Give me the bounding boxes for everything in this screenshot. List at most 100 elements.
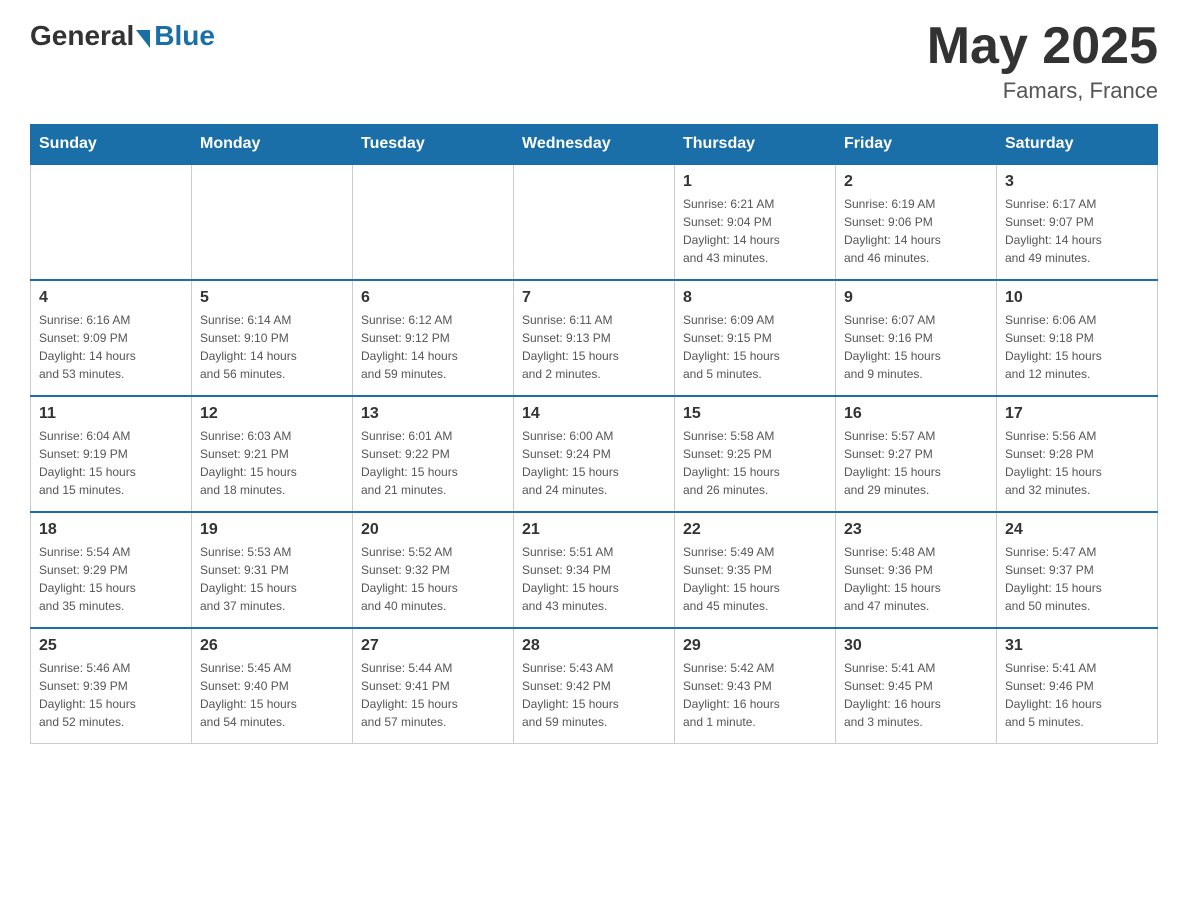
day-info: Sunrise: 5:53 AMSunset: 9:31 PMDaylight:…: [200, 543, 344, 615]
calendar-cell: 4 Sunrise: 6:16 AMSunset: 9:09 PMDaylight…: [31, 280, 192, 396]
page-header: General Blue May 2025 Famars, France: [30, 20, 1158, 104]
title-section: May 2025 Famars, France: [927, 20, 1158, 104]
weekday-header-saturday: Saturday: [997, 125, 1158, 165]
day-info: Sunrise: 6:12 AMSunset: 9:12 PMDaylight:…: [361, 311, 505, 383]
calendar-cell: 14Sunrise: 6:00 AMSunset: 9:24 PMDayligh…: [514, 396, 675, 512]
calendar-week-row: 1 Sunrise: 6:21 AMSunset: 9:04 PMDaylight…: [31, 164, 1158, 280]
weekday-header-tuesday: Tuesday: [353, 125, 514, 165]
calendar-week-row: 4 Sunrise: 6:16 AMSunset: 9:09 PMDaylight…: [31, 280, 1158, 396]
calendar-week-row: 25Sunrise: 5:46 AMSunset: 9:39 PMDayligh…: [31, 628, 1158, 744]
calendar-cell: 16 Sunrise: 5:57 AMSunset: 9:27 PMDayligh…: [836, 396, 997, 512]
month-year-title: May 2025: [927, 20, 1158, 72]
day-info: Sunrise: 5:42 AMSunset: 9:43 PMDaylight:…: [683, 659, 827, 731]
calendar-table: SundayMondayTuesdayWednesdayThursdayFrid…: [30, 124, 1158, 744]
day-number: 14: [522, 405, 666, 423]
calendar-week-row: 11Sunrise: 6:04 AMSunset: 9:19 PMDayligh…: [31, 396, 1158, 512]
day-number: 5: [200, 289, 344, 307]
day-info: Sunrise: 5:46 AMSunset: 9:39 PMDaylight:…: [39, 659, 183, 731]
day-info: Sunrise: 5:41 AMSunset: 9:46 PMDaylight:…: [1005, 659, 1149, 731]
calendar-cell: 24Sunrise: 5:47 AMSunset: 9:37 PMDayligh…: [997, 512, 1158, 628]
calendar-cell: 21 Sunrise: 5:51 AMSunset: 9:34 PMDayligh…: [514, 512, 675, 628]
day-number: 30: [844, 637, 988, 655]
day-info: Sunrise: 6:06 AMSunset: 9:18 PMDaylight:…: [1005, 311, 1149, 383]
day-info: Sunrise: 5:52 AMSunset: 9:32 PMDaylight:…: [361, 543, 505, 615]
day-number: 10: [1005, 289, 1149, 307]
calendar-cell: 13 Sunrise: 6:01 AMSunset: 9:22 PMDayligh…: [353, 396, 514, 512]
day-info: Sunrise: 6:19 AMSunset: 9:06 PMDaylight:…: [844, 195, 988, 267]
calendar-cell: [353, 164, 514, 280]
day-info: Sunrise: 5:43 AMSunset: 9:42 PMDaylight:…: [522, 659, 666, 731]
day-number: 8: [683, 289, 827, 307]
day-info: Sunrise: 5:49 AMSunset: 9:35 PMDaylight:…: [683, 543, 827, 615]
day-number: 7: [522, 289, 666, 307]
weekday-header-monday: Monday: [192, 125, 353, 165]
day-info: Sunrise: 5:54 AMSunset: 9:29 PMDaylight:…: [39, 543, 183, 615]
day-info: Sunrise: 5:57 AMSunset: 9:27 PMDaylight:…: [844, 427, 988, 499]
day-info: Sunrise: 6:16 AMSunset: 9:09 PMDaylight:…: [39, 311, 183, 383]
day-number: 11: [39, 405, 183, 423]
day-info: Sunrise: 6:07 AMSunset: 9:16 PMDaylight:…: [844, 311, 988, 383]
day-number: 28: [522, 637, 666, 655]
calendar-cell: 7 Sunrise: 6:11 AMSunset: 9:13 PMDaylight…: [514, 280, 675, 396]
day-number: 13: [361, 405, 505, 423]
day-info: Sunrise: 5:41 AMSunset: 9:45 PMDaylight:…: [844, 659, 988, 731]
day-info: Sunrise: 6:21 AMSunset: 9:04 PMDaylight:…: [683, 195, 827, 267]
day-number: 27: [361, 637, 505, 655]
day-number: 3: [1005, 173, 1149, 191]
day-info: Sunrise: 6:11 AMSunset: 9:13 PMDaylight:…: [522, 311, 666, 383]
calendar-cell: 2Sunrise: 6:19 AMSunset: 9:06 PMDaylight…: [836, 164, 997, 280]
calendar-week-row: 18 Sunrise: 5:54 AMSunset: 9:29 PMDayligh…: [31, 512, 1158, 628]
calendar-cell: 19 Sunrise: 5:53 AMSunset: 9:31 PMDayligh…: [192, 512, 353, 628]
calendar-cell: 28 Sunrise: 5:43 AMSunset: 9:42 PMDayligh…: [514, 628, 675, 744]
calendar-cell: 25Sunrise: 5:46 AMSunset: 9:39 PMDayligh…: [31, 628, 192, 744]
calendar-cell: 1 Sunrise: 6:21 AMSunset: 9:04 PMDaylight…: [675, 164, 836, 280]
day-info: Sunrise: 5:45 AMSunset: 9:40 PMDaylight:…: [200, 659, 344, 731]
day-number: 16: [844, 405, 988, 423]
calendar-cell: 22Sunrise: 5:49 AMSunset: 9:35 PMDayligh…: [675, 512, 836, 628]
calendar-cell: 3 Sunrise: 6:17 AMSunset: 9:07 PMDaylight…: [997, 164, 1158, 280]
day-info: Sunrise: 5:56 AMSunset: 9:28 PMDaylight:…: [1005, 427, 1149, 499]
calendar-cell: 27 Sunrise: 5:44 AMSunset: 9:41 PMDayligh…: [353, 628, 514, 744]
day-info: Sunrise: 5:44 AMSunset: 9:41 PMDaylight:…: [361, 659, 505, 731]
day-info: Sunrise: 5:58 AMSunset: 9:25 PMDaylight:…: [683, 427, 827, 499]
calendar-cell: 18 Sunrise: 5:54 AMSunset: 9:29 PMDayligh…: [31, 512, 192, 628]
logo: General Blue: [30, 20, 215, 52]
day-info: Sunrise: 6:01 AMSunset: 9:22 PMDaylight:…: [361, 427, 505, 499]
day-number: 4: [39, 289, 183, 307]
day-info: Sunrise: 5:47 AMSunset: 9:37 PMDaylight:…: [1005, 543, 1149, 615]
day-number: 18: [39, 521, 183, 539]
calendar-cell: 11Sunrise: 6:04 AMSunset: 9:19 PMDayligh…: [31, 396, 192, 512]
day-number: 9: [844, 289, 988, 307]
day-number: 21: [522, 521, 666, 539]
day-number: 15: [683, 405, 827, 423]
weekday-header-thursday: Thursday: [675, 125, 836, 165]
logo-arrow-icon: [136, 30, 150, 48]
day-info: Sunrise: 6:09 AMSunset: 9:15 PMDaylight:…: [683, 311, 827, 383]
day-info: Sunrise: 5:48 AMSunset: 9:36 PMDaylight:…: [844, 543, 988, 615]
day-info: Sunrise: 6:14 AMSunset: 9:10 PMDaylight:…: [200, 311, 344, 383]
day-info: Sunrise: 5:51 AMSunset: 9:34 PMDaylight:…: [522, 543, 666, 615]
weekday-header-wednesday: Wednesday: [514, 125, 675, 165]
day-number: 29: [683, 637, 827, 655]
logo-general-text: General: [30, 20, 134, 52]
location-label: Famars, France: [927, 78, 1158, 104]
calendar-cell: 12Sunrise: 6:03 AMSunset: 9:21 PMDayligh…: [192, 396, 353, 512]
day-number: 1: [683, 173, 827, 191]
calendar-cell: 15 Sunrise: 5:58 AMSunset: 9:25 PMDayligh…: [675, 396, 836, 512]
day-number: 19: [200, 521, 344, 539]
calendar-cell: 31Sunrise: 5:41 AMSunset: 9:46 PMDayligh…: [997, 628, 1158, 744]
day-number: 17: [1005, 405, 1149, 423]
day-info: Sunrise: 6:17 AMSunset: 9:07 PMDaylight:…: [1005, 195, 1149, 267]
calendar-cell: 30 Sunrise: 5:41 AMSunset: 9:45 PMDayligh…: [836, 628, 997, 744]
weekday-header-sunday: Sunday: [31, 125, 192, 165]
calendar-cell: 23 Sunrise: 5:48 AMSunset: 9:36 PMDayligh…: [836, 512, 997, 628]
calendar-cell: 10 Sunrise: 6:06 AMSunset: 9:18 PMDayligh…: [997, 280, 1158, 396]
day-number: 6: [361, 289, 505, 307]
weekday-header-friday: Friday: [836, 125, 997, 165]
calendar-cell: 6 Sunrise: 6:12 AMSunset: 9:12 PMDaylight…: [353, 280, 514, 396]
logo-blue-text: Blue: [154, 20, 215, 52]
day-number: 20: [361, 521, 505, 539]
calendar-cell: 26Sunrise: 5:45 AMSunset: 9:40 PMDayligh…: [192, 628, 353, 744]
day-number: 23: [844, 521, 988, 539]
day-info: Sunrise: 6:03 AMSunset: 9:21 PMDaylight:…: [200, 427, 344, 499]
